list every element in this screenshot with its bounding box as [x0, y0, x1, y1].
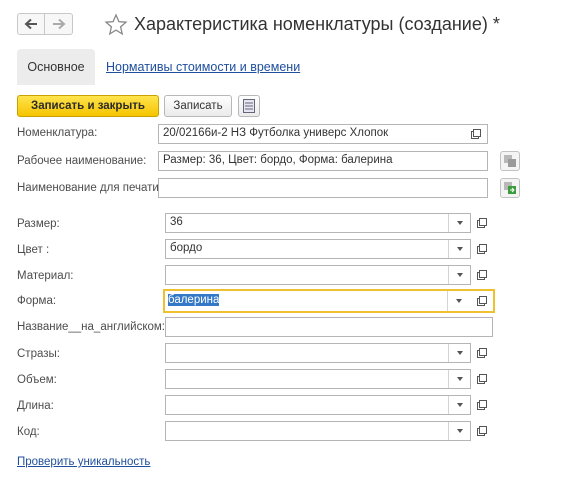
- length-select[interactable]: [165, 395, 471, 415]
- copy-gray-icon: [504, 155, 516, 167]
- nomenclature-field[interactable]: 20/02166и-2 НЗ Футболка универс Хлопок: [158, 124, 488, 144]
- more-actions-button[interactable]: [238, 95, 260, 117]
- volume-dropdown-button[interactable]: [448, 370, 470, 388]
- list-icon: [243, 99, 255, 113]
- forward-button[interactable]: [45, 13, 73, 35]
- material-open-button[interactable]: [471, 265, 493, 285]
- nomenclature-value: 20/02166и-2 НЗ Футболка универс Хлопок: [163, 127, 389, 139]
- arrow-left-icon: [24, 18, 37, 30]
- shape-value: балерина: [168, 294, 220, 306]
- print-name-field[interactable]: [158, 178, 488, 198]
- check-uniqueness-link[interactable]: Проверить уникальность: [17, 456, 150, 468]
- shape-select[interactable]: балерина: [163, 289, 495, 313]
- save-button[interactable]: Записать: [164, 95, 232, 117]
- rhinestones-open-button[interactable]: [471, 343, 493, 363]
- shape-open-button[interactable]: [471, 291, 493, 311]
- copy-green-icon: [504, 182, 516, 194]
- chevron-down-icon: [455, 299, 462, 303]
- chevron-down-icon: [456, 351, 463, 355]
- open-icon: [477, 270, 487, 280]
- size-open-button[interactable]: [471, 213, 493, 233]
- working-name-field[interactable]: Размер: 36, Цвет: бордо, Форма: балерина: [158, 151, 488, 171]
- arrow-right-icon: [52, 18, 65, 30]
- material-label: Материал:: [17, 270, 74, 282]
- open-icon: [477, 400, 487, 410]
- tab-cost-time-norms[interactable]: Нормативы стоимости и времени: [106, 60, 300, 74]
- color-open-button[interactable]: [471, 239, 493, 259]
- working-name-value: Размер: 36, Цвет: бордо, Форма: балерина: [163, 154, 393, 166]
- chevron-down-icon: [456, 403, 463, 407]
- open-icon: [477, 296, 487, 306]
- favorite-star-icon[interactable]: [104, 13, 128, 40]
- chevron-down-icon: [456, 247, 463, 251]
- open-icon: [477, 426, 487, 436]
- material-select[interactable]: [165, 265, 471, 285]
- chevron-down-icon: [456, 221, 463, 225]
- open-icon: [477, 244, 487, 254]
- code-label: Код:: [17, 426, 40, 438]
- tab-main[interactable]: Основное: [17, 49, 95, 85]
- code-select[interactable]: [165, 421, 471, 441]
- shape-dropdown-button[interactable]: [447, 291, 469, 311]
- fill-working-name-button[interactable]: [500, 151, 520, 171]
- chevron-down-icon: [456, 429, 463, 433]
- material-dropdown-button[interactable]: [448, 266, 470, 284]
- open-icon: [477, 218, 487, 228]
- size-dropdown-button[interactable]: [448, 214, 470, 232]
- english-name-field[interactable]: [165, 317, 493, 337]
- size-value: 36: [170, 216, 183, 228]
- length-dropdown-button[interactable]: [448, 396, 470, 414]
- open-icon[interactable]: [465, 125, 487, 143]
- volume-label: Объем:: [17, 374, 57, 386]
- length-open-button[interactable]: [471, 395, 493, 415]
- size-label: Размер:: [17, 218, 60, 230]
- fill-print-name-button[interactable]: [500, 178, 520, 198]
- color-dropdown-button[interactable]: [448, 240, 470, 258]
- chevron-down-icon: [456, 377, 463, 381]
- open-icon: [477, 374, 487, 384]
- print-name-label: Наименование для печати:: [17, 182, 163, 194]
- nomenclature-label: Номенклатура:: [17, 127, 98, 139]
- color-value: бордо: [170, 242, 203, 254]
- code-dropdown-button[interactable]: [448, 422, 470, 440]
- page-title: Характеристика номенклатуры (создание) *: [134, 14, 500, 34]
- working-name-label: Рабочее наименование:: [17, 155, 147, 167]
- save-and-close-button[interactable]: Записать и закрыть: [17, 95, 159, 117]
- volume-select[interactable]: [165, 369, 471, 389]
- chevron-down-icon: [456, 273, 463, 277]
- rhinestones-select[interactable]: [165, 343, 471, 363]
- length-label: Длина:: [17, 400, 54, 412]
- color-label: Цвет :: [17, 244, 50, 256]
- english-name-label: Название__на_английском:: [17, 321, 165, 333]
- color-select[interactable]: бордо: [165, 239, 471, 259]
- shape-label: Форма:: [17, 295, 57, 307]
- size-select[interactable]: 36: [165, 213, 471, 233]
- volume-open-button[interactable]: [471, 369, 493, 389]
- open-icon: [477, 348, 487, 358]
- back-button[interactable]: [17, 13, 45, 35]
- rhinestones-dropdown-button[interactable]: [448, 344, 470, 362]
- rhinestones-label: Стразы:: [17, 348, 60, 360]
- code-open-button[interactable]: [471, 421, 493, 441]
